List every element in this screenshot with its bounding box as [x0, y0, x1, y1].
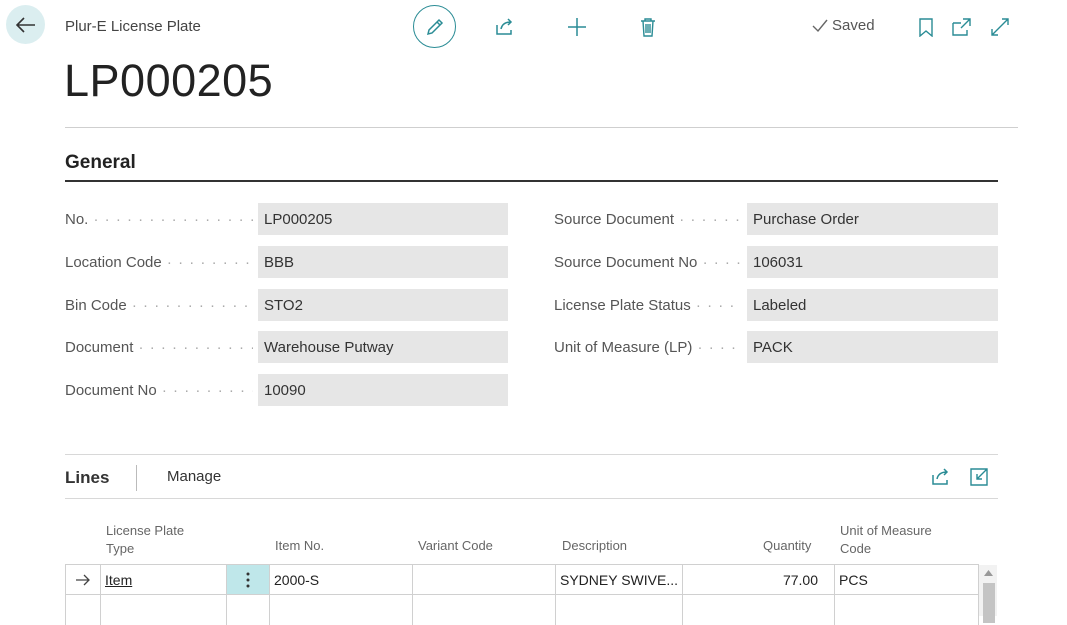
- delete-button[interactable]: [637, 16, 659, 38]
- share-icon: [932, 468, 949, 485]
- field-source-document-no: Source Document No 106031: [554, 246, 998, 278]
- no-input[interactable]: LP000205: [258, 203, 508, 235]
- lp-type-cell[interactable]: Item: [100, 565, 226, 595]
- lines-separator: [136, 465, 137, 491]
- general-section-title[interactable]: General: [65, 152, 136, 174]
- location-code-input[interactable]: BBB: [258, 246, 508, 278]
- description-cell[interactable]: SYDNEY SWIVE...: [555, 565, 682, 595]
- description-cell[interactable]: [555, 595, 682, 625]
- scrollbar-thumb[interactable]: [983, 583, 995, 623]
- uom-cell[interactable]: PCS: [834, 565, 979, 595]
- field-license-plate-status: License Plate Status Labeled: [554, 289, 998, 321]
- field-document: Document Warehouse Putway: [65, 331, 508, 363]
- document-input[interactable]: Warehouse Putway: [258, 331, 508, 363]
- uom-cell[interactable]: [834, 595, 979, 625]
- saved-status: Saved: [812, 17, 875, 34]
- col-header-lp-type-line2: Type: [106, 541, 135, 556]
- expand-icon: [991, 18, 1009, 36]
- col-header-item-no[interactable]: Item No.: [275, 537, 324, 555]
- field-location-code: Location Code BBB: [65, 246, 508, 278]
- unit-of-measure-input[interactable]: PACK: [747, 331, 998, 363]
- variant-code-cell[interactable]: [412, 565, 555, 595]
- quantity-cell[interactable]: 77.00: [682, 565, 834, 595]
- bookmark-button[interactable]: [916, 16, 936, 38]
- field-label: Bin Code: [65, 297, 253, 314]
- check-icon: [812, 19, 828, 32]
- row-actions-cell[interactable]: [226, 595, 269, 625]
- field-document-no: Document No 10090: [65, 374, 508, 406]
- variant-code-cell[interactable]: [412, 595, 555, 625]
- field-label: License Plate Status: [554, 297, 742, 314]
- field-label: Source Document No: [554, 254, 742, 271]
- title-divider: [65, 127, 1018, 128]
- field-label: No.: [65, 211, 253, 228]
- lp-type-link[interactable]: Item: [105, 572, 132, 588]
- open-new-window-button[interactable]: [951, 16, 973, 38]
- pencil-icon: [426, 18, 443, 35]
- bookmark-icon: [919, 17, 933, 37]
- col-header-uom-line1: Unit of Measure: [840, 523, 932, 538]
- page-title: LP000205: [64, 55, 274, 106]
- expand-button[interactable]: [989, 16, 1011, 38]
- document-no-input[interactable]: 10090: [258, 374, 508, 406]
- plus-icon: [568, 18, 586, 36]
- back-button[interactable]: [6, 5, 45, 44]
- table-row[interactable]: [65, 594, 979, 625]
- field-label: Location Code: [65, 254, 253, 271]
- lines-top-divider: [65, 454, 998, 455]
- source-document-input[interactable]: Purchase Order: [747, 203, 998, 235]
- open-in-new-window-icon: [952, 18, 971, 36]
- share-button[interactable]: [494, 16, 516, 38]
- manage-button[interactable]: Manage: [167, 468, 221, 485]
- saved-label: Saved: [832, 17, 875, 34]
- col-header-description[interactable]: Description: [562, 537, 627, 555]
- source-document-no-input[interactable]: 106031: [747, 246, 998, 278]
- lines-share-button[interactable]: [930, 466, 952, 488]
- more-options-icon: [246, 572, 250, 588]
- trash-icon: [641, 18, 655, 37]
- row-actions-button[interactable]: [226, 565, 269, 595]
- item-no-cell[interactable]: 2000-S: [269, 565, 412, 595]
- bin-code-input[interactable]: STO2: [258, 289, 508, 321]
- lp-type-cell[interactable]: [100, 595, 226, 625]
- lines-title[interactable]: Lines: [65, 468, 109, 488]
- lines-focus-button[interactable]: [968, 466, 990, 488]
- item-no-cell[interactable]: [269, 595, 412, 625]
- col-header-variant-code[interactable]: Variant Code: [418, 537, 493, 555]
- edit-button[interactable]: [413, 5, 456, 48]
- col-header-lp-type-line1: License Plate: [106, 523, 185, 538]
- lines-grid: Item 2000-S SYDNEY SWIVE... 77.00 PCS: [65, 564, 979, 625]
- field-label: Document: [65, 339, 253, 356]
- table-row[interactable]: Item 2000-S SYDNEY SWIVE... 77.00 PCS: [65, 564, 979, 595]
- field-no: No. LP000205: [65, 203, 508, 235]
- quantity-cell[interactable]: [682, 595, 834, 625]
- row-selector[interactable]: [65, 595, 100, 625]
- focus-mode-icon: [970, 468, 988, 486]
- field-label: Source Document: [554, 211, 742, 228]
- scroll-up-icon[interactable]: [984, 570, 993, 576]
- share-icon: [496, 18, 513, 35]
- field-label: Unit of Measure (LP): [554, 339, 742, 356]
- row-selector[interactable]: [65, 565, 100, 595]
- field-unit-of-measure: Unit of Measure (LP) PACK: [554, 331, 998, 363]
- field-bin-code: Bin Code STO2: [65, 289, 508, 321]
- field-source-document: Source Document Purchase Order: [554, 203, 998, 235]
- breadcrumb[interactable]: Plur-E License Plate: [65, 18, 201, 35]
- section-divider: [65, 180, 998, 182]
- license-plate-status-input[interactable]: Labeled: [747, 289, 998, 321]
- arrow-left-icon: [15, 16, 35, 33]
- field-label: Document No: [65, 382, 253, 399]
- new-button[interactable]: [566, 16, 588, 38]
- col-header-uom[interactable]: Unit of Measure Code: [840, 522, 932, 558]
- arrow-right-icon: [76, 574, 90, 586]
- col-header-quantity[interactable]: Quantity: [763, 537, 811, 555]
- col-header-lp-type[interactable]: License Plate Type: [106, 522, 184, 558]
- lines-header-divider: [65, 498, 998, 499]
- col-header-uom-line2: Code: [840, 541, 872, 556]
